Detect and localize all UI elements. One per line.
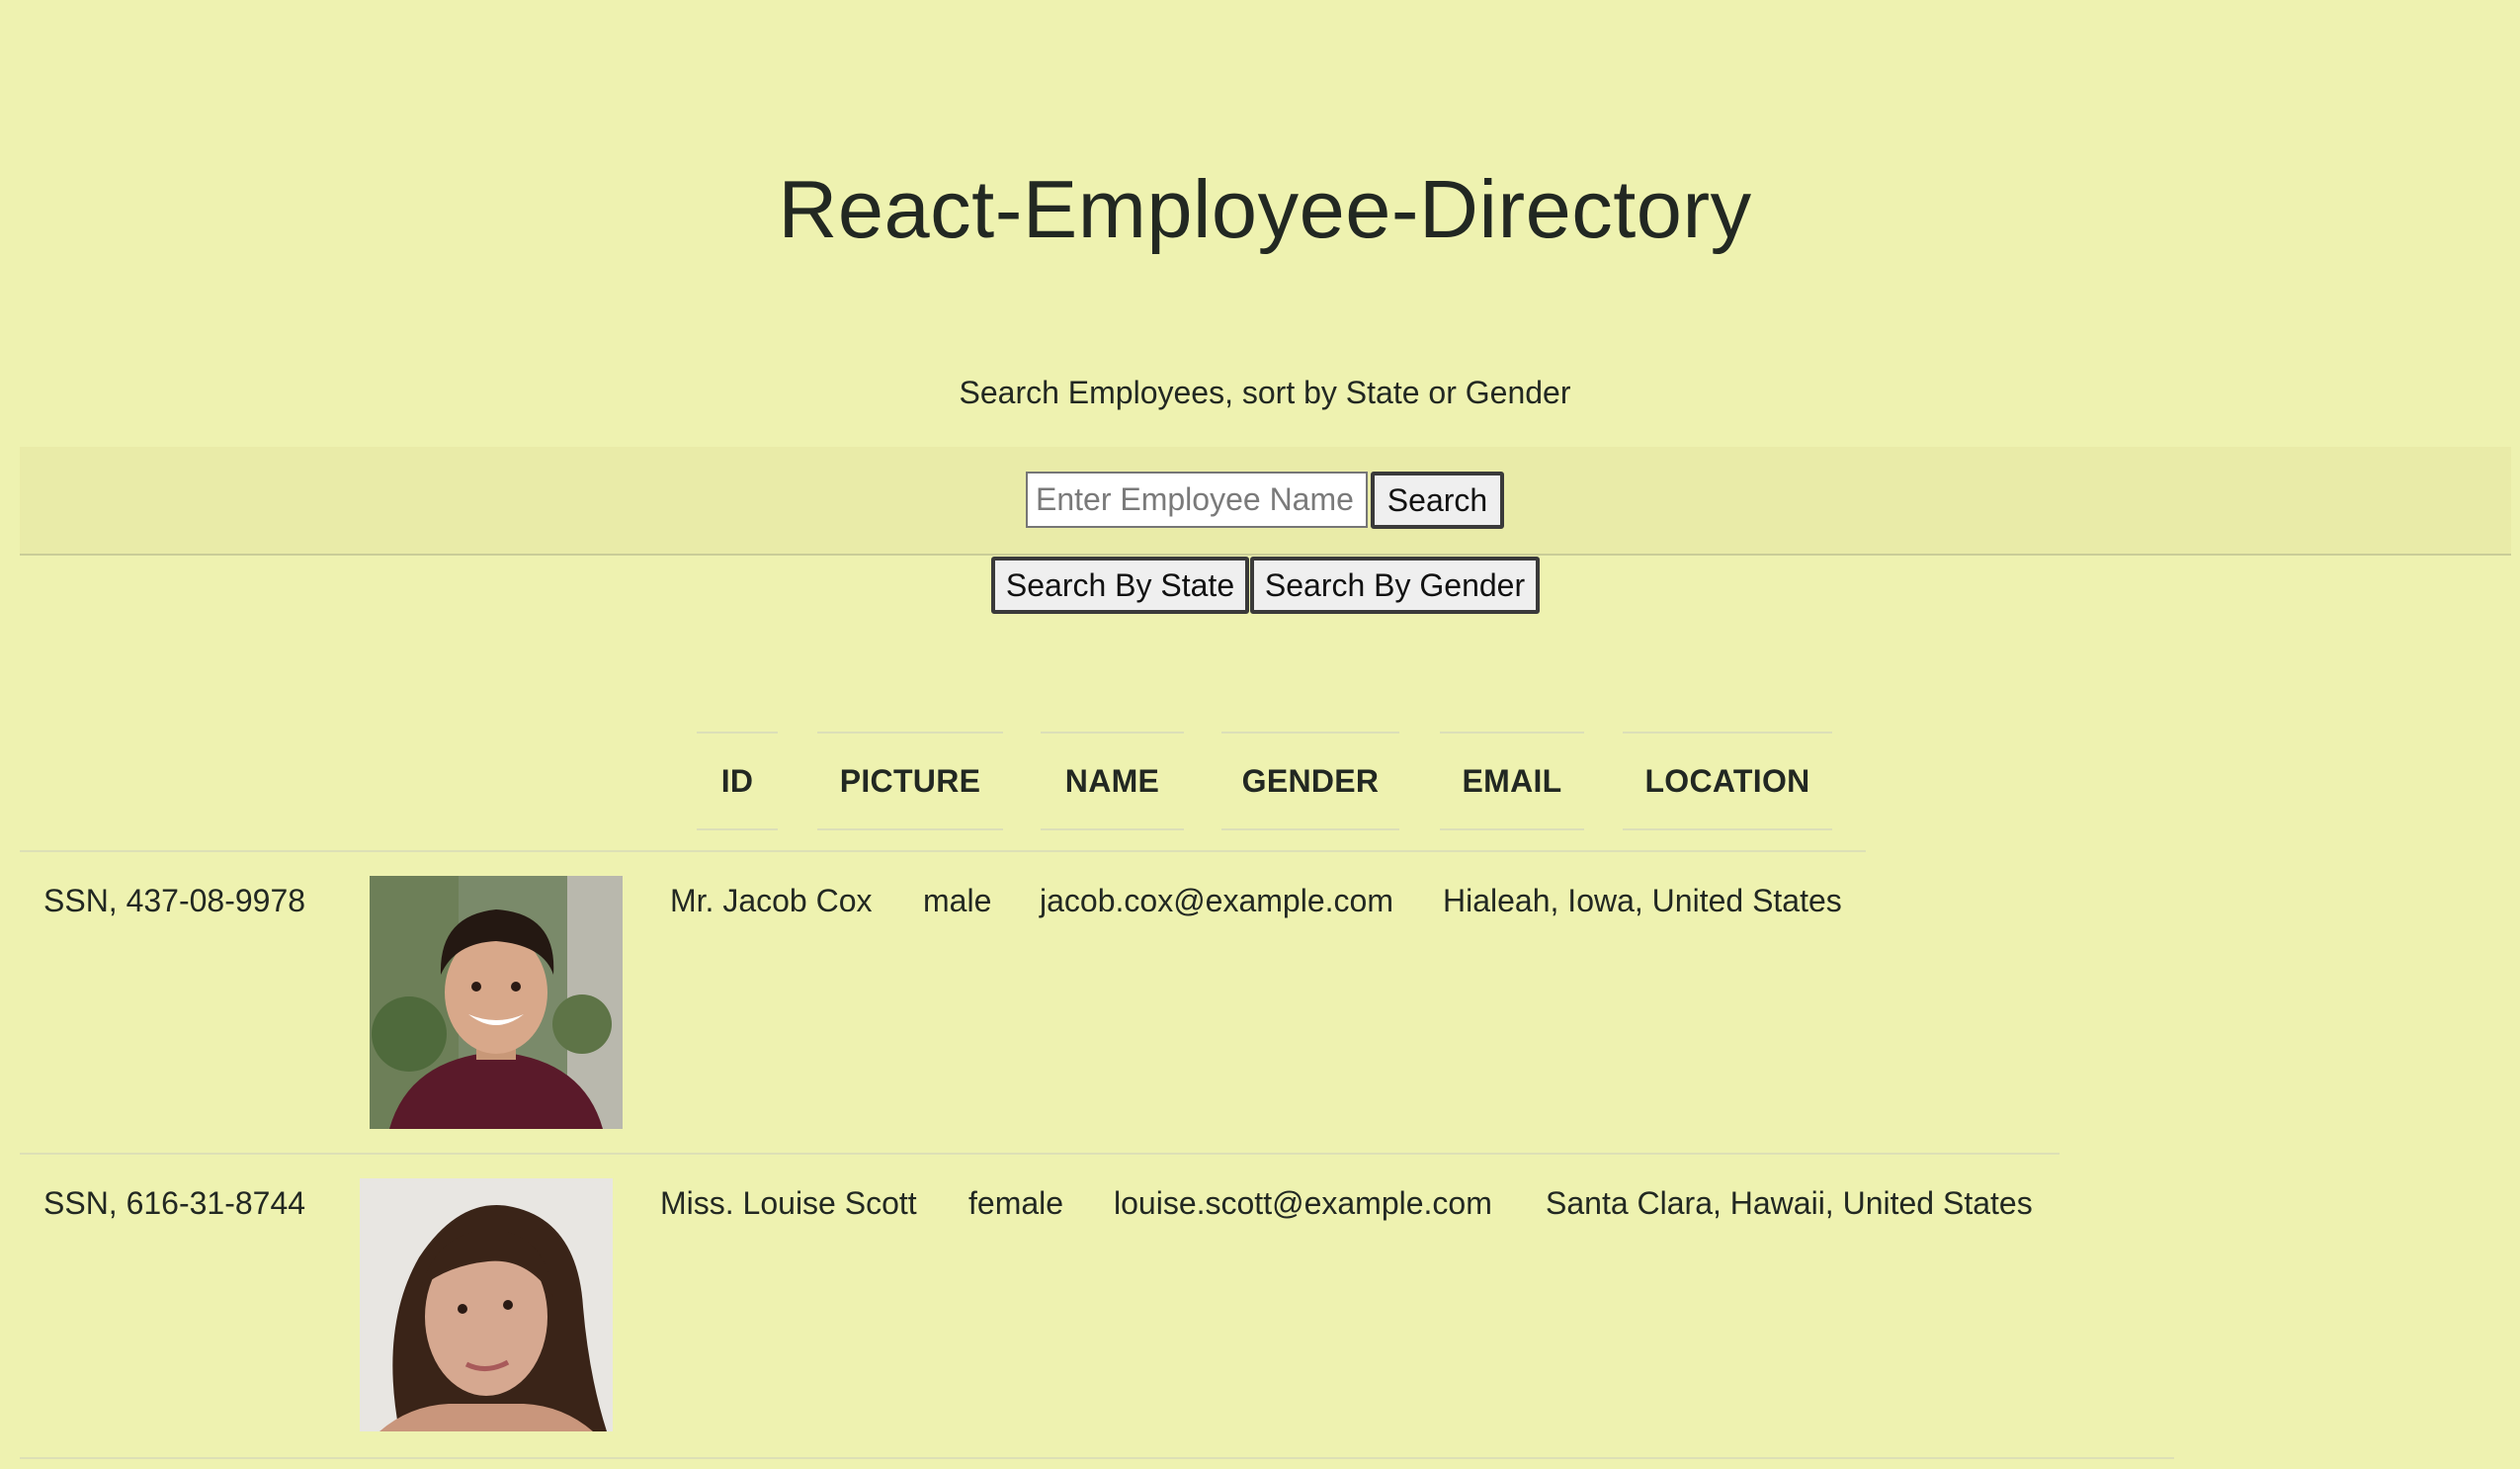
page-subtitle: Search Employees, sort by State or Gende… [959,375,1571,410]
employee-gender: male [923,883,992,918]
page-title: React-Employee-Directory [778,163,1752,255]
row-divider [20,850,1866,852]
employee-id: SSN, 616-31-8744 [43,1185,306,1221]
employee-name: Miss. Louise Scott [660,1185,917,1221]
employee-id: SSN, 437-08-9978 [43,883,306,918]
column-header-picture[interactable]: PICTURE [817,732,1003,830]
employee-name: Mr. Jacob Cox [670,883,873,918]
search-by-gender-button[interactable]: Search By Gender [1250,557,1540,614]
search-button[interactable]: Search [1371,472,1504,529]
employee-email: louise.scott@example.com [1114,1185,1492,1221]
employee-photo [360,1178,613,1431]
column-header-id[interactable]: ID [697,732,778,830]
search-by-state-button[interactable]: Search By State [991,557,1249,614]
column-header-location[interactable]: LOCATION [1623,732,1832,830]
employee-location: Santa Clara, Hawaii, United States [1546,1185,2033,1221]
employee-photo [370,876,623,1129]
row-divider [20,1153,2059,1155]
row-divider [20,1457,2174,1459]
search-input[interactable] [1026,472,1368,528]
column-header-gender[interactable]: GENDER [1221,732,1399,830]
employee-email: jacob.cox@example.com [1040,883,1393,918]
column-header-name[interactable]: NAME [1041,732,1184,830]
employee-gender: female [968,1185,1064,1221]
column-header-email[interactable]: EMAIL [1440,732,1584,830]
employee-location: Hialeah, Iowa, United States [1443,883,1842,918]
